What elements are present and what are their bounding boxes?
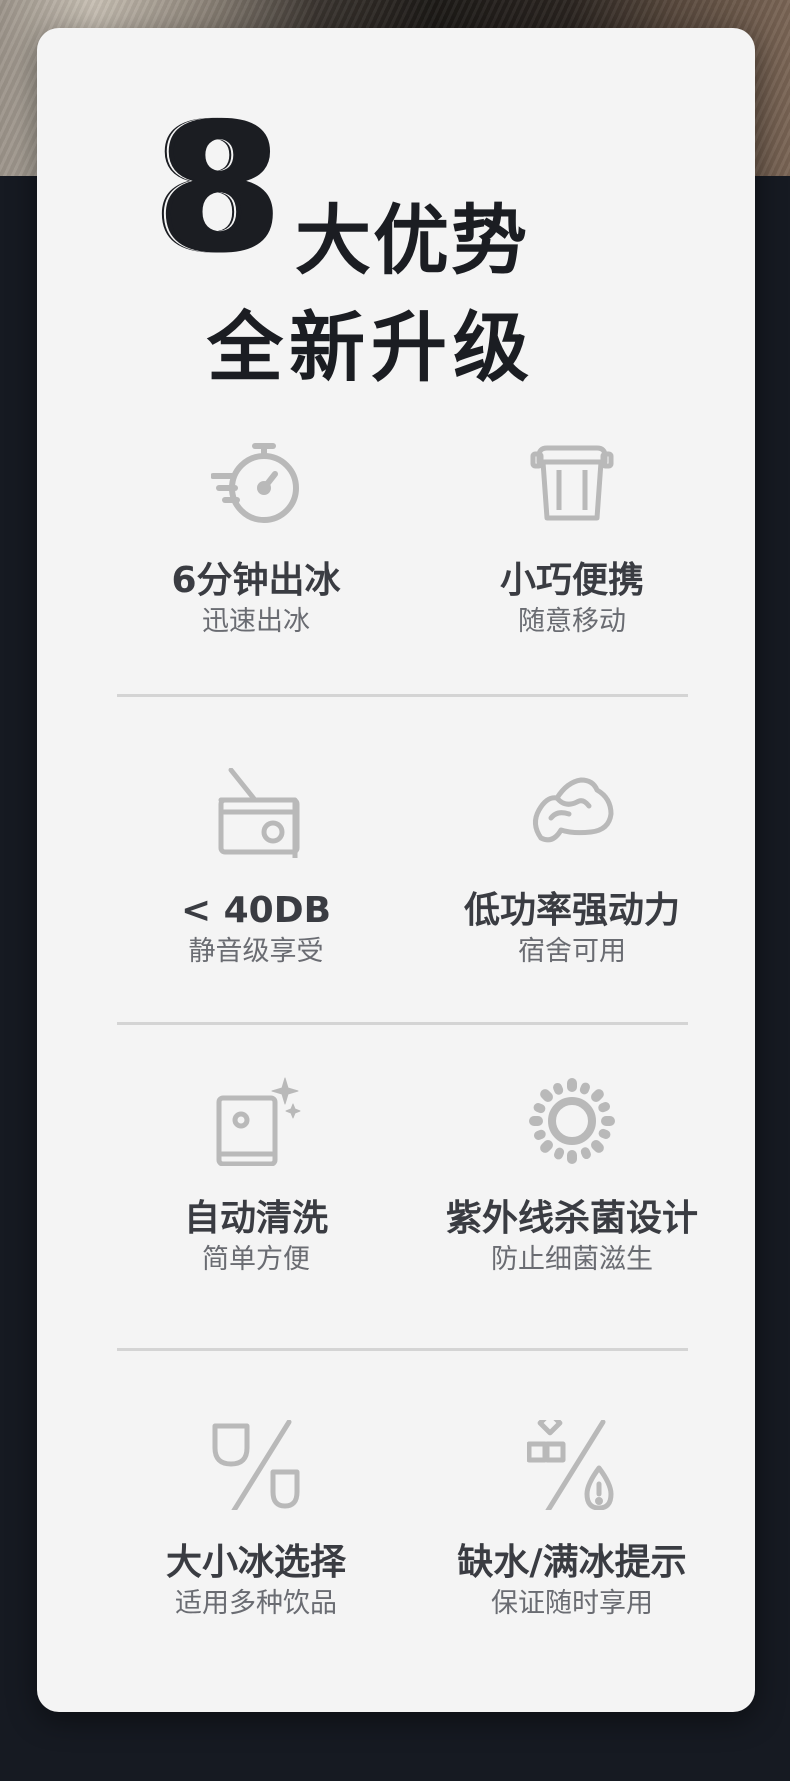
feature-quiet: < 40DB 静音级享受 — [97, 767, 415, 1008]
feature-fast-ice: 6分钟出冰 迅速出冰 — [97, 438, 415, 678]
feature-subtitle: 迅速出冰 — [202, 606, 310, 637]
feature-auto-clean: 自动清洗 简单方便 — [97, 1076, 415, 1316]
feature-subtitle: 静音级享受 — [188, 936, 324, 967]
stopwatch-icon — [210, 438, 301, 528]
feature-ice-size: 大小冰选择 适用多种饮品 — [97, 1419, 415, 1660]
feature-title: 紫外线杀菌设计 — [445, 1198, 698, 1239]
headline-title-line2: 全新升级 — [207, 303, 535, 392]
water-alert-icon — [526, 1410, 617, 1515]
feature-title: 6分钟出冰 — [171, 560, 341, 601]
container-icon — [527, 438, 617, 528]
divider — [117, 694, 688, 697]
ice-size-icon — [211, 1419, 301, 1515]
sparkle-panel-icon — [211, 1076, 301, 1167]
feature-title: < 40DB — [180, 890, 332, 931]
divider — [117, 1022, 688, 1025]
features-card: 8 大优势 全新升级 6分钟出冰 迅速出冰 小巧便携 随意移动 < 40DB 静… — [37, 28, 755, 1712]
feature-subtitle: 宿舍可用 — [518, 936, 626, 967]
feature-subtitle: 适用多种饮品 — [175, 1588, 337, 1619]
arm-strength-icon — [527, 768, 617, 858]
feature-title: 自动清洗 — [183, 1198, 328, 1239]
feature-uv: 紫外线杀菌设计 防止细菌滋生 — [413, 1076, 731, 1316]
feature-title: 低功率强动力 — [463, 890, 680, 931]
feature-subtitle: 保证随时享用 — [491, 1588, 653, 1619]
headline-title-line1: 大优势 — [295, 196, 529, 285]
feature-subtitle: 简单方便 — [202, 1244, 310, 1275]
feature-title: 大小冰选择 — [165, 1542, 346, 1583]
headline-number: 8 — [160, 85, 284, 292]
feature-low-power: 低功率强动力 宿舍可用 — [413, 768, 731, 1008]
feature-portable: 小巧便携 随意移动 — [413, 438, 731, 678]
sun-icon — [527, 1076, 617, 1166]
feature-subtitle: 随意移动 — [518, 606, 626, 637]
divider — [117, 1348, 688, 1351]
feature-title: 缺水/满冰提示 — [457, 1542, 687, 1583]
radio-icon — [211, 767, 301, 867]
feature-water-alert: 缺水/满冰提示 保证随时享用 — [413, 1410, 731, 1660]
headline: 8 大优势 全新升级 — [152, 100, 672, 408]
feature-subtitle: 防止细菌滋生 — [491, 1244, 653, 1275]
feature-title: 小巧便携 — [499, 560, 644, 601]
